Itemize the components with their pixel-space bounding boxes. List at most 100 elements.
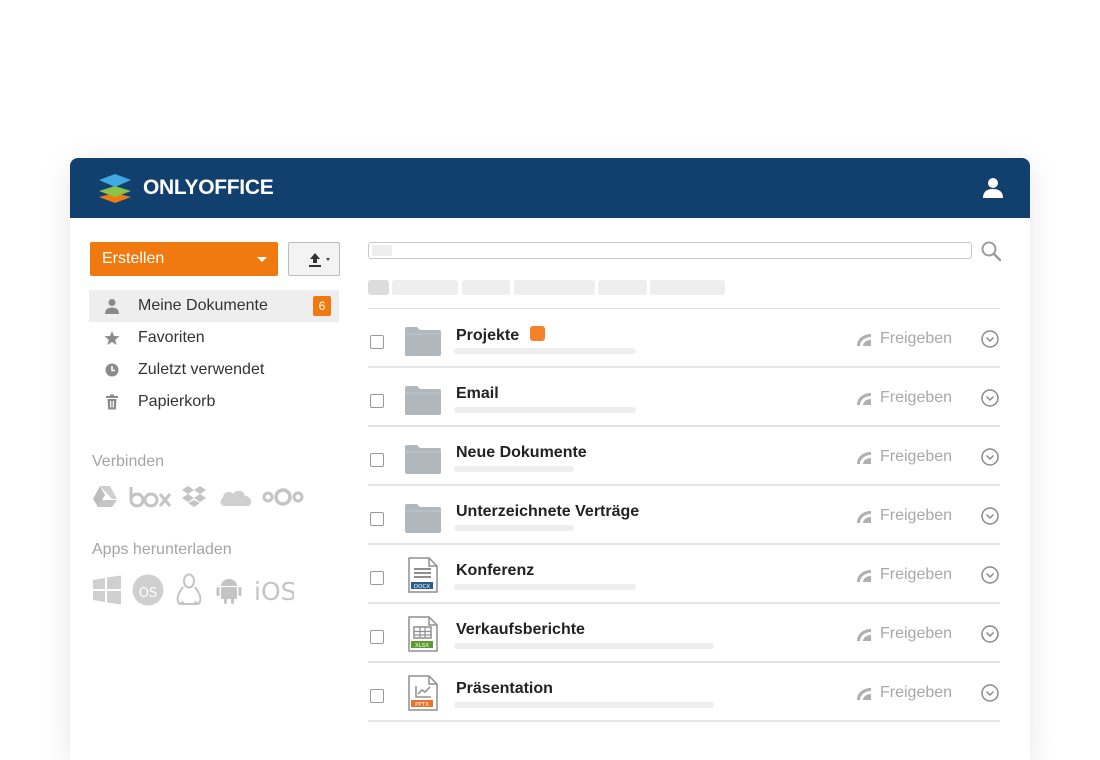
sidebar-item-favorites[interactable]: Favoriten <box>89 322 339 354</box>
row-checkbox[interactable] <box>370 453 384 467</box>
docx-file-icon: DOCX <box>408 557 438 593</box>
star-icon <box>104 331 120 345</box>
folder-icon <box>405 327 441 356</box>
connect-services <box>92 484 304 510</box>
user-icon <box>105 299 119 314</box>
macos-icon[interactable]: OS <box>132 574 164 606</box>
file-row-projekte[interactable]: Projekte Freigeben <box>368 309 1000 368</box>
sidebar-item-trash[interactable]: Papierkorb <box>89 386 339 418</box>
file-name[interactable]: Konferenz <box>456 562 534 580</box>
android-icon[interactable] <box>214 575 244 605</box>
file-name[interactable]: Präsentation <box>456 680 553 698</box>
chevron-down-icon[interactable] <box>981 507 999 525</box>
file-name[interactable]: Verkaufsberichte <box>456 621 585 639</box>
svg-text:DOCX: DOCX <box>414 584 430 590</box>
row-checkbox[interactable] <box>370 335 384 349</box>
folder-icon <box>405 445 441 474</box>
sidebar-item-label: Papierkorb <box>138 393 216 410</box>
share-icon <box>857 452 871 464</box>
file-meta-placeholder <box>454 525 574 531</box>
sidebar-item-label: Favoriten <box>138 329 205 346</box>
svg-text:iOS: iOS <box>254 577 294 605</box>
file-meta-placeholder <box>454 643 714 649</box>
file-row-email[interactable]: Email Freigeben <box>368 368 1000 427</box>
share-link[interactable]: Freigeben <box>880 507 952 525</box>
file-meta-placeholder <box>454 407 636 413</box>
upload-button[interactable] <box>288 242 340 276</box>
user-account-icon[interactable] <box>982 177 1004 199</box>
row-checkbox[interactable] <box>370 512 384 526</box>
share-link[interactable]: Freigeben <box>880 448 952 466</box>
sidebar-item-label: Meine Dokumente <box>138 297 268 314</box>
top-header: ONLYOFFICE <box>70 158 1030 218</box>
dropbox-icon[interactable] <box>180 484 208 510</box>
google-drive-icon[interactable] <box>92 485 118 509</box>
xlsx-file-icon: XLSX <box>408 616 438 652</box>
sidebar-nav: Meine Dokumente 6 Favoriten Zuletzt verw… <box>89 290 339 418</box>
nextcloud-icon[interactable] <box>262 487 304 507</box>
chevron-down-icon[interactable] <box>981 389 999 407</box>
sidebar-item-my-documents[interactable]: Meine Dokumente 6 <box>89 290 339 322</box>
clock-icon <box>105 363 119 377</box>
folder-icon <box>405 386 441 415</box>
filter-chip[interactable] <box>598 280 647 295</box>
share-link[interactable]: Freigeben <box>880 684 952 702</box>
linux-icon[interactable] <box>174 573 204 607</box>
share-icon <box>857 334 871 346</box>
windows-icon[interactable] <box>92 575 122 605</box>
share-link[interactable]: Freigeben <box>880 389 952 407</box>
search-input[interactable] <box>368 242 972 259</box>
chevron-down-icon[interactable] <box>981 330 999 348</box>
filter-chip[interactable] <box>650 280 725 295</box>
filter-tag-placeholder[interactable] <box>372 245 392 256</box>
file-meta-placeholder <box>454 584 636 590</box>
box-icon[interactable] <box>128 485 172 509</box>
chevron-down-icon[interactable] <box>981 625 999 643</box>
share-link[interactable]: Freigeben <box>880 625 952 643</box>
chevron-down-icon[interactable] <box>981 684 999 702</box>
ios-icon[interactable]: iOS <box>254 575 294 605</box>
apps-section-label: Apps herunterladen <box>92 541 232 558</box>
row-checkbox[interactable] <box>370 689 384 703</box>
file-name[interactable]: Neue Dokumente <box>456 444 587 462</box>
onlyoffice-logo-icon <box>99 174 131 203</box>
onlyoffice-logo[interactable]: ONLYOFFICE <box>97 172 274 204</box>
filter-chip[interactable] <box>392 280 458 295</box>
tag-marker <box>530 326 546 341</box>
create-button[interactable]: Erstellen <box>90 242 278 276</box>
file-meta-placeholder <box>454 702 714 708</box>
onedrive-icon[interactable] <box>218 486 252 508</box>
chevron-down-icon[interactable] <box>981 566 999 584</box>
row-checkbox[interactable] <box>370 571 384 585</box>
row-checkbox[interactable] <box>370 394 384 408</box>
sidebar-item-label: Zuletzt verwendet <box>138 361 265 378</box>
file-row-verkaufsberichte[interactable]: XLSX Verkaufsberichte Freigeben <box>368 604 1000 663</box>
file-name[interactable]: Email <box>456 385 499 403</box>
brand-name: ONLYOFFICE <box>143 176 274 199</box>
pptx-file-icon: PPTX <box>408 675 438 711</box>
sidebar-item-recent[interactable]: Zuletzt verwendet <box>89 354 339 386</box>
count-badge: 6 <box>313 296 331 316</box>
share-icon <box>857 570 871 582</box>
create-button-label: Erstellen <box>102 250 165 267</box>
share-link[interactable]: Freigeben <box>880 330 952 348</box>
folder-icon <box>405 504 441 533</box>
share-icon <box>857 688 871 700</box>
filter-chip[interactable] <box>462 280 510 295</box>
file-row-unterzeichnete-vertraege[interactable]: Unterzeichnete Verträge Freigeben <box>368 486 1000 545</box>
select-all-chip[interactable] <box>368 280 389 295</box>
app-window: ONLYOFFICE Erstellen Meine Dokumente 6 F… <box>70 158 1030 760</box>
filter-chip[interactable] <box>514 280 595 295</box>
file-name[interactable]: Unterzeichnete Verträge <box>456 503 639 521</box>
svg-text:XLSX: XLSX <box>415 643 429 649</box>
file-row-neue-dokumente[interactable]: Neue Dokumente Freigeben <box>368 427 1000 486</box>
file-row-praesentation[interactable]: PPTX Präsentation Freigeben <box>368 663 1000 722</box>
file-name[interactable]: Projekte <box>456 326 546 345</box>
file-row-konferenz[interactable]: DOCX Konferenz Freigeben <box>368 545 1000 604</box>
search-icon[interactable] <box>980 240 1002 262</box>
share-icon <box>857 629 871 641</box>
chevron-down-icon[interactable] <box>981 448 999 466</box>
file-meta-placeholder <box>454 348 636 354</box>
share-link[interactable]: Freigeben <box>880 566 952 584</box>
row-checkbox[interactable] <box>370 630 384 644</box>
